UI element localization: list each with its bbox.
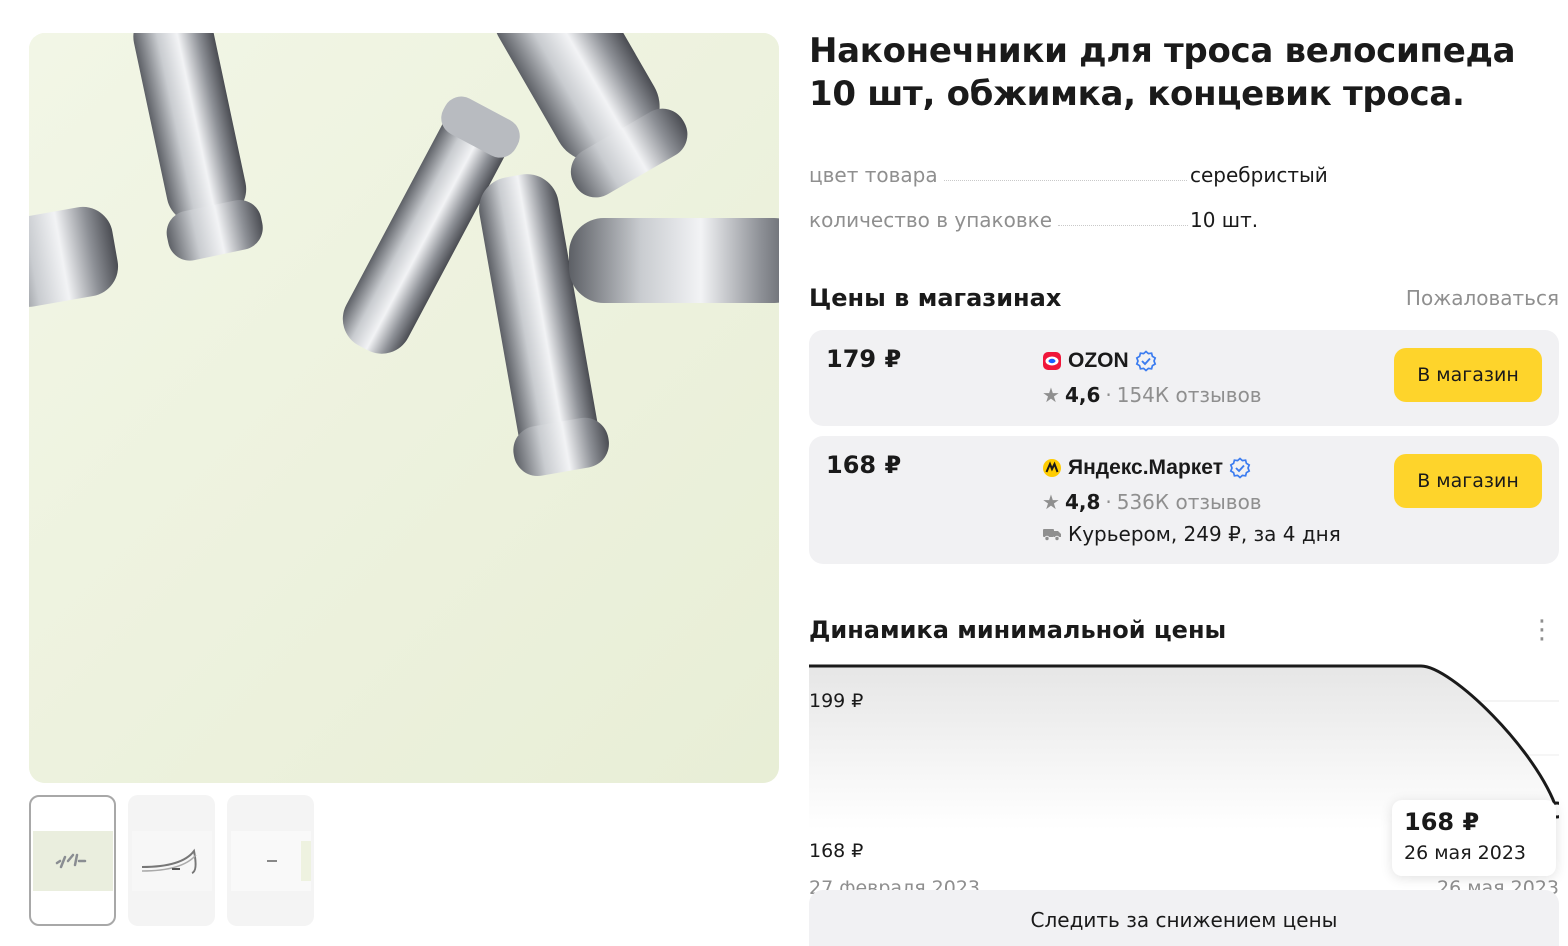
y-tick-min: 168 ₽	[809, 840, 864, 862]
spec-value: 10 шт.	[1190, 208, 1259, 232]
spec-value: серебристый	[1190, 163, 1328, 187]
reviews-count[interactable]: 154К отзывов	[1117, 383, 1262, 407]
shop-line: Яндекс.Маркет	[1042, 456, 1251, 480]
verified-badge-icon	[1135, 350, 1156, 372]
product-photo-image	[29, 33, 779, 783]
rating-separator: ·	[1105, 490, 1112, 514]
thumbnail-image	[230, 830, 311, 891]
rating-value: 4,8	[1064, 490, 1101, 514]
product-main-photo[interactable]	[29, 33, 779, 783]
yandex-market-logo-icon	[1043, 459, 1061, 477]
chart-title: Динамика минимальной цены	[809, 616, 1227, 644]
offer-card-yandex-market: 168 ₽ Яндекс.Маркет ★ 4,8 · 536К отзывов	[809, 436, 1559, 564]
spec-row-color: цвет товара серебристый	[809, 142, 1559, 187]
thumbnail-1[interactable]	[29, 795, 116, 926]
offer-price: 179 ₽	[826, 345, 902, 373]
rating-line: ★ 4,6 · 154К отзывов	[1042, 383, 1262, 407]
product-title: Наконечники для троса велосипеда 10 шт, …	[809, 31, 1516, 114]
verified-badge-icon	[1229, 457, 1251, 479]
ozon-logo-icon	[1043, 352, 1061, 370]
star-icon: ★	[1042, 383, 1060, 407]
price-tooltip: 168 ₽ 26 мая 2023	[1392, 800, 1556, 876]
spec-leader-dots	[1058, 225, 1189, 226]
product-specs: цвет товара серебристый количество в упа…	[809, 142, 1559, 232]
star-icon: ★	[1042, 490, 1060, 514]
spec-key: цвет товара	[809, 163, 938, 187]
thumbnail-image	[131, 830, 212, 891]
reviews-count[interactable]: 536К отзывов	[1117, 490, 1262, 514]
offers-title: Цены в магазинах	[809, 284, 1062, 312]
report-link[interactable]: Пожаловаться	[1406, 286, 1559, 310]
thumbnail-image	[32, 830, 113, 891]
y-tick-max: 199 ₽	[809, 690, 864, 712]
price-history-chart: Динамика минимальной цены ⋮ 199 ₽ 168 ₽ …	[809, 610, 1559, 899]
shop-line: OZON	[1042, 349, 1157, 373]
chart-header: Динамика минимальной цены ⋮	[809, 610, 1559, 650]
thumbnail-3[interactable]	[227, 795, 314, 926]
rating-line: ★ 4,8 · 536К отзывов	[1042, 490, 1262, 514]
spec-key: количество в упаковке	[809, 208, 1053, 232]
delivery-line: Курьером, 249 ₽, за 4 дня	[1042, 522, 1341, 546]
thumbnail-2[interactable]	[128, 795, 215, 926]
go-to-shop-button[interactable]: В магазин	[1394, 454, 1542, 508]
spec-leader-dots	[943, 180, 1187, 181]
truck-icon	[1043, 529, 1061, 542]
offer-price: 168 ₽	[826, 451, 902, 479]
product-info-column: Наконечники для троса велосипеда 10 шт, …	[809, 30, 1559, 946]
shop-name[interactable]: Яндекс.Маркет	[1068, 456, 1223, 480]
offers-header: Цены в магазинах Пожаловаться	[809, 278, 1559, 318]
tooltip-date: 26 мая 2023	[1404, 842, 1527, 864]
rating-value: 4,6	[1064, 383, 1101, 407]
spec-row-quantity: количество в упаковке 10 шт.	[809, 187, 1559, 232]
thumbnail-strip	[29, 795, 314, 926]
go-to-shop-button[interactable]: В магазин	[1394, 348, 1542, 402]
tooltip-price: 168 ₽	[1404, 808, 1480, 836]
shop-name[interactable]: OZON	[1068, 349, 1129, 373]
delivery-info: Курьером, 249 ₽, за 4 дня	[1068, 522, 1341, 546]
kebab-menu-icon[interactable]: ⋮	[1529, 615, 1559, 645]
rating-separator: ·	[1105, 383, 1112, 407]
follow-price-drop-button[interactable]: Следить за снижением цены	[809, 890, 1559, 946]
offer-card-ozon: 179 ₽ OZON ★ 4,6 · 154К отзывов В магази…	[809, 330, 1559, 426]
